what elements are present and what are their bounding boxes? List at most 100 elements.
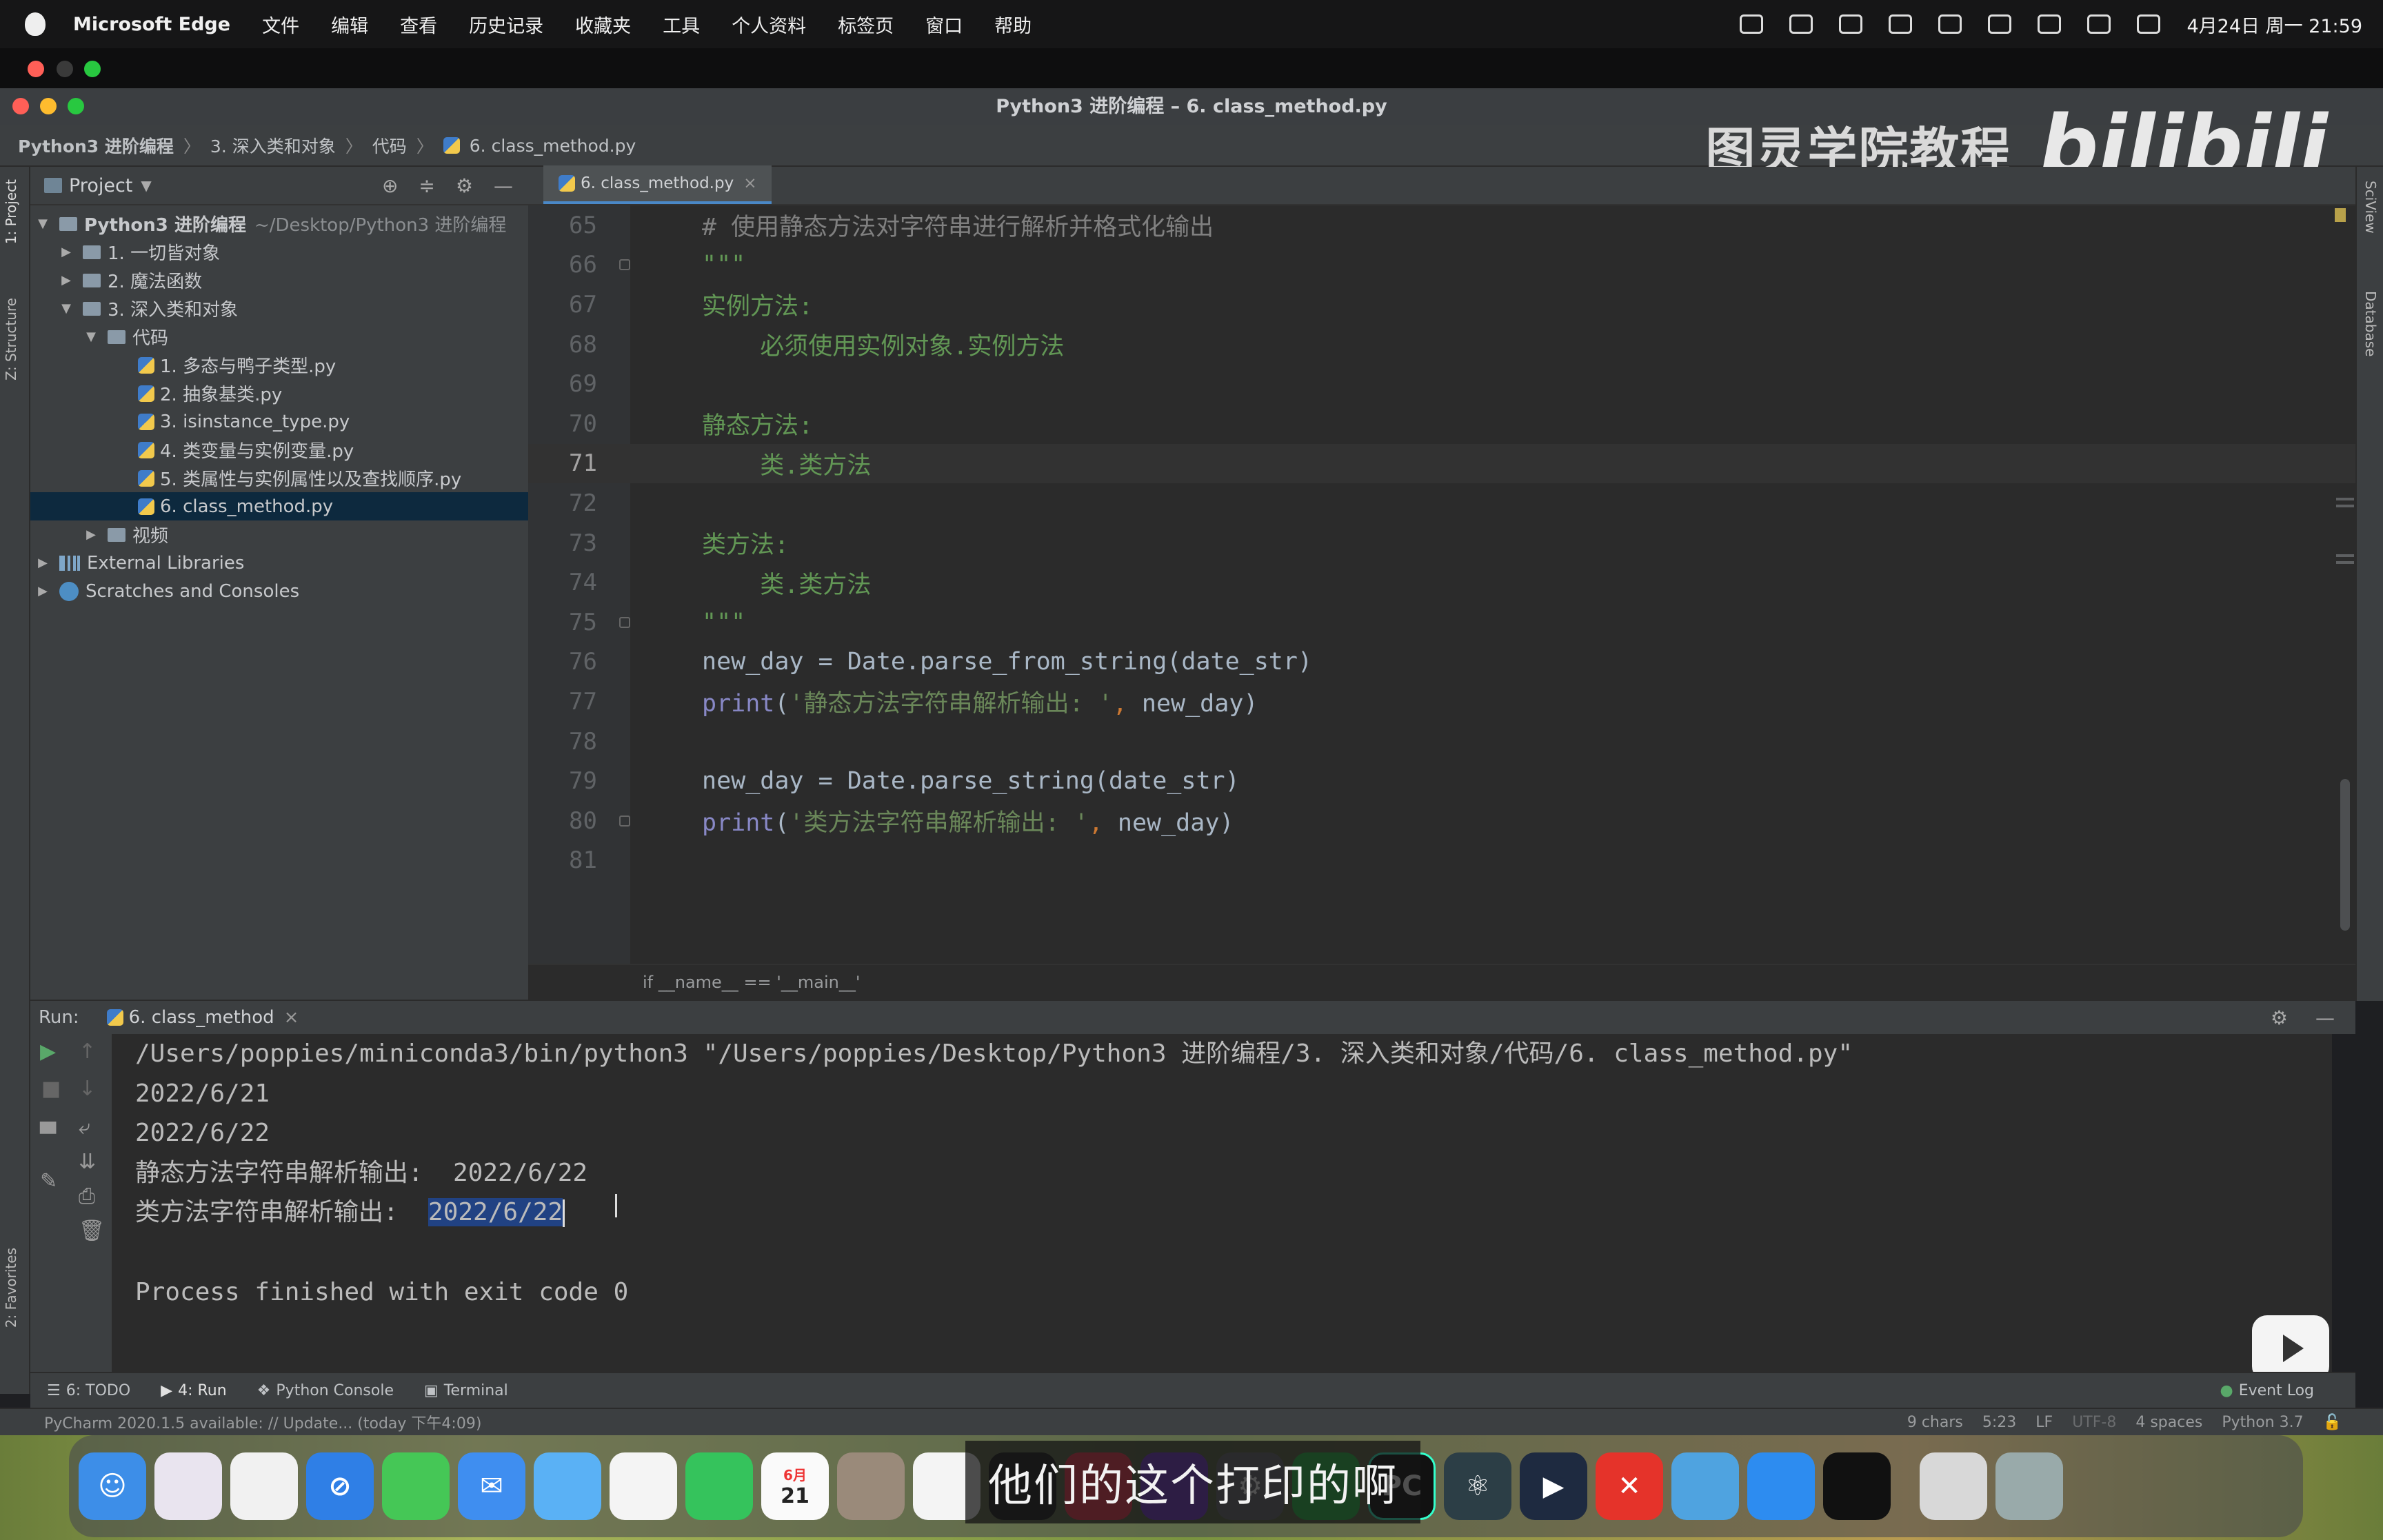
atom-icon[interactable]: ⚛	[1444, 1452, 1511, 1520]
tree-file-selected[interactable]: 6. class_method.py	[30, 492, 528, 520]
tree-folder-video[interactable]: ▶ 视频	[30, 520, 528, 549]
layout-icon[interactable]: ▀	[40, 1122, 56, 1146]
editor-tab-class-method[interactable]: 6. class_method.py ×	[543, 165, 772, 204]
facetime-icon[interactable]	[685, 1452, 753, 1520]
fold-icon[interactable]	[619, 815, 630, 827]
collapsed-arrow-icon[interactable]: ▶	[37, 584, 48, 598]
breadcrumb-subfolder[interactable]: 代码	[372, 133, 407, 158]
control-center-icon[interactable]	[2137, 14, 2161, 34]
finder-icon[interactable]: ☺	[79, 1452, 146, 1520]
favorites-tool-tab[interactable]: 2: Favorites	[3, 1248, 19, 1328]
code-breadcrumb[interactable]: if __name__ == '__main__'	[528, 964, 2355, 1000]
pin-icon[interactable]: ✎	[40, 1169, 57, 1193]
menu-history[interactable]: 历史记录	[469, 11, 543, 38]
wifi-off-icon[interactable]	[2038, 14, 2062, 34]
sciview-tool-tab[interactable]: SciView	[2362, 181, 2379, 234]
tree-folder-code[interactable]: ▼ 代码	[30, 323, 528, 351]
print-icon[interactable]: ⎙	[79, 1184, 95, 1208]
stop-icon[interactable]: ■	[41, 1077, 61, 1101]
error-stripe-marker[interactable]	[2336, 498, 2354, 500]
run-tool-tab[interactable]: ▶ 4: Run	[161, 1382, 227, 1399]
collapsed-arrow-icon[interactable]: ▶	[37, 556, 48, 570]
qq-icon[interactable]	[1823, 1452, 1891, 1520]
menu-window[interactable]: 窗口	[925, 11, 963, 38]
fold-icon[interactable]	[619, 259, 630, 271]
collapsed-arrow-icon[interactable]: ▶	[86, 527, 97, 542]
card-icon[interactable]	[1839, 14, 1863, 34]
status-encoding[interactable]: UTF-8	[2072, 1414, 2116, 1431]
status-line-separator[interactable]: LF	[2035, 1414, 2053, 1431]
apple-icon[interactable]	[25, 12, 46, 36]
lock-icon[interactable]: 🔓	[2323, 1414, 2342, 1431]
rerun-icon[interactable]: ▶	[40, 1040, 56, 1064]
project-view-selector[interactable]: Project	[69, 175, 132, 196]
breadcrumb-project[interactable]: Python3 进阶编程	[18, 133, 174, 158]
launchpad-icon[interactable]	[154, 1452, 222, 1520]
ev-recorder-icon[interactable]	[1671, 1452, 1739, 1520]
tree-root[interactable]: ▼ Python3 进阶编程 ~/Desktop/Python3 进阶编程	[30, 210, 528, 238]
du-icon[interactable]	[1938, 14, 1962, 34]
ide-close-icon[interactable]	[12, 98, 29, 114]
close-run-tab-icon[interactable]: ×	[284, 1007, 299, 1028]
tree-external-libraries[interactable]: ▶ External Libraries	[30, 549, 528, 577]
tree-folder-1[interactable]: ▶ 1. 一切皆对象	[30, 238, 528, 266]
menu-tabs[interactable]: 标签页	[838, 11, 894, 38]
scroll-up-icon[interactable]: ↑	[79, 1040, 96, 1064]
video-app-icon[interactable]: ▶	[1520, 1452, 1587, 1520]
error-stripe-marker[interactable]	[2336, 561, 2354, 564]
menu-help[interactable]: 帮助	[994, 11, 1032, 38]
selected-text[interactable]: 2022/6/22	[428, 1198, 563, 1227]
status-indent[interactable]: 4 spaces	[2135, 1414, 2202, 1431]
tree-scratches[interactable]: ▶ Scratches and Consoles	[30, 577, 528, 605]
expanded-arrow-icon[interactable]: ▼	[37, 216, 48, 231]
event-log-tab[interactable]: ● Event Log	[2220, 1382, 2314, 1399]
breadcrumb-folder[interactable]: 3. 深入类和对象	[210, 133, 336, 158]
maps-icon[interactable]	[534, 1452, 601, 1520]
messages-icon[interactable]	[382, 1452, 450, 1520]
collapse-all-icon[interactable]: ≑	[419, 174, 434, 197]
calendar-icon[interactable]: 6月 21	[761, 1452, 829, 1520]
collapsed-arrow-icon[interactable]: ▶	[61, 273, 72, 287]
tree-file[interactable]: 2. 抽象基类.py	[30, 379, 528, 407]
app-name[interactable]: Microsoft Edge	[73, 14, 230, 35]
menu-tools[interactable]: 工具	[663, 11, 700, 38]
status-interpreter[interactable]: Python 3.7	[2222, 1414, 2303, 1431]
terminal-tab[interactable]: ▣ Terminal	[424, 1382, 508, 1399]
fold-icon[interactable]	[619, 616, 630, 628]
editor-scrollbar[interactable]	[2340, 779, 2350, 931]
breadcrumb-file[interactable]: 6. class_method.py	[470, 136, 636, 156]
chevron-down-icon[interactable]: ▼	[141, 177, 151, 194]
status-message[interactable]: PyCharm 2020.1.5 available: // Update...…	[44, 1411, 481, 1433]
trash-icon[interactable]	[1995, 1452, 2063, 1520]
tree-folder-3[interactable]: ▼ 3. 深入类和对象	[30, 294, 528, 323]
menu-file[interactable]: 文件	[262, 11, 299, 38]
trash-icon[interactable]: 🗑	[79, 1219, 105, 1243]
safari-icon[interactable]: ⊘	[306, 1452, 374, 1520]
usb-icon[interactable]	[1740, 14, 1764, 34]
error-stripe-marker[interactable]	[2336, 505, 2354, 507]
play-icon[interactable]	[1889, 14, 1913, 34]
tree-file[interactable]: 4. 类变量与实例变量.py	[30, 436, 528, 464]
project-tool-tab[interactable]: 1: Project	[3, 179, 19, 244]
photos-icon[interactable]	[610, 1452, 677, 1520]
structure-tool-tab[interactable]: Z: Structure	[3, 298, 19, 381]
scroll-to-end-icon[interactable]: ⇊	[79, 1150, 96, 1174]
contacts-icon[interactable]	[837, 1452, 905, 1520]
mail-icon[interactable]: ✉	[458, 1452, 525, 1520]
xmind-icon[interactable]: ✕	[1596, 1452, 1663, 1520]
battery-icon[interactable]	[1988, 14, 2012, 34]
gear-icon[interactable]: ⚙	[2271, 1006, 2288, 1029]
chat-app-icon[interactable]	[1747, 1452, 1815, 1520]
warning-marker-icon[interactable]	[2335, 208, 2346, 222]
menu-favorites[interactable]: 收藏夹	[575, 11, 631, 38]
run-console[interactable]: /Users/poppies/miniconda3/bin/python3 "/…	[113, 1034, 2332, 1372]
todo-tab[interactable]: ☰ 6: TODO	[47, 1382, 130, 1399]
menu-profile[interactable]: 个人资料	[732, 11, 806, 38]
error-stripe-marker[interactable]	[2336, 554, 2354, 557]
close-window-icon[interactable]	[28, 61, 44, 77]
run-tab[interactable]: 6. class_method ×	[106, 1007, 299, 1028]
search-icon[interactable]	[2087, 14, 2111, 34]
hide-panel-icon[interactable]: —	[2315, 1006, 2335, 1029]
tree-folder-2[interactable]: ▶ 2. 魔法函数	[30, 266, 528, 294]
bookmark-icon[interactable]	[1789, 14, 1813, 34]
